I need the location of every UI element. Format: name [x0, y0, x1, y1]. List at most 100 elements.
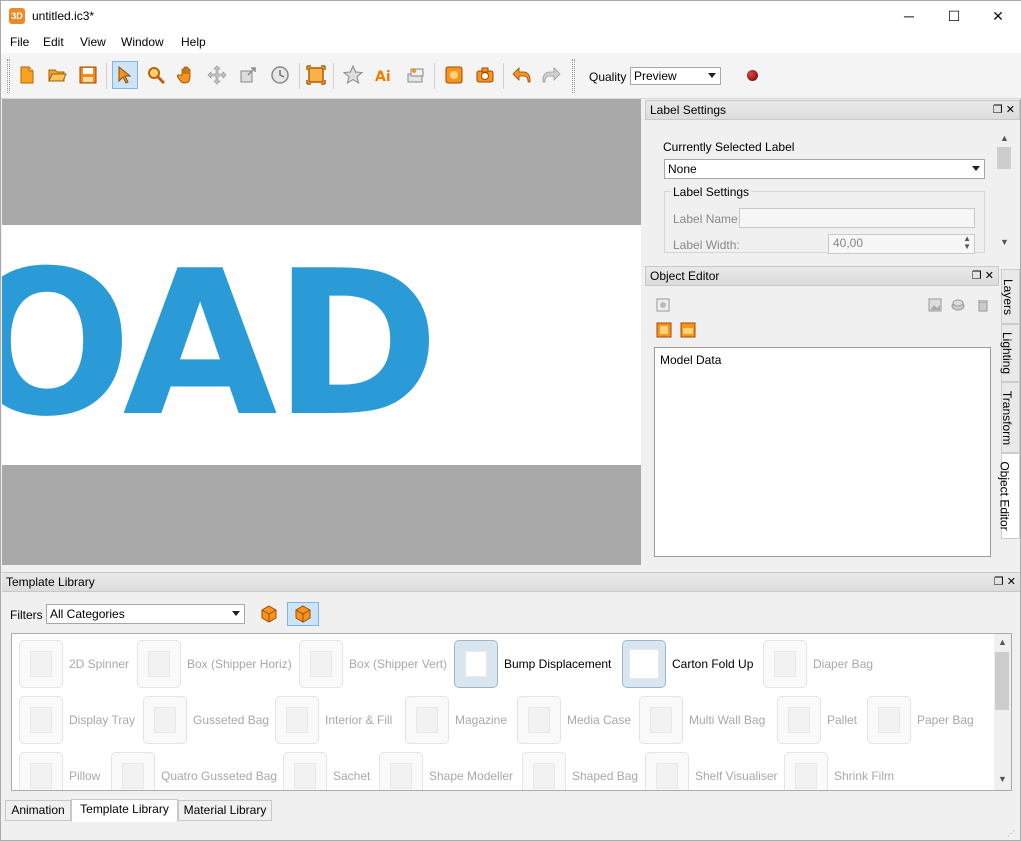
save-button[interactable]: [75, 61, 101, 89]
label-name-input[interactable]: [739, 208, 975, 228]
label-settings-scrollbar[interactable]: ▲ ▼: [996, 131, 1013, 251]
menu-view[interactable]: View: [80, 35, 106, 49]
filter-all-button[interactable]: [258, 603, 280, 625]
fit-view-button[interactable]: [303, 61, 329, 89]
trash-icon[interactable]: [976, 298, 990, 312]
menu-help[interactable]: Help: [181, 35, 206, 49]
tab-layers-label: Layers: [1001, 278, 1016, 315]
shelf-thumbnail-icon: [645, 752, 689, 790]
toolbar-grip[interactable]: [572, 59, 575, 93]
scroll-down-icon[interactable]: ▼: [996, 237, 1013, 247]
label-width-spinner[interactable]: 40,00 ▲ ▼: [828, 234, 975, 254]
category-filter-select[interactable]: All Categories: [46, 604, 245, 624]
template-item[interactable]: Carton Fold Up: [622, 639, 753, 689]
quality-select[interactable]: Preview: [630, 67, 721, 85]
panel-float-close-buttons[interactable]: ❐ ✕: [993, 101, 1015, 119]
maximize-button[interactable]: ☐: [931, 1, 977, 31]
redo-button[interactable]: [539, 61, 565, 89]
template-item[interactable]: Box (Shipper Vert): [299, 639, 447, 689]
object-view-icon[interactable]: [656, 298, 670, 312]
render-button[interactable]: [441, 61, 467, 89]
tab-lighting[interactable]: Lighting: [1000, 324, 1020, 382]
template-item[interactable]: Magazine: [405, 695, 507, 745]
object-tree[interactable]: Model Data: [654, 347, 991, 557]
add-image-icon[interactable]: [928, 298, 942, 312]
undo-button[interactable]: [508, 61, 534, 89]
3d-viewport[interactable]: OAD: [2, 99, 641, 565]
template-item-label: Pallet: [827, 713, 858, 727]
chevron-down-icon: [708, 73, 716, 78]
template-item[interactable]: Multi Wall Bag: [639, 695, 765, 745]
template-item-label: Shape Modeller: [429, 769, 514, 783]
template-item-label: Interior & Fill: [325, 713, 393, 727]
rotate-tool-button[interactable]: [267, 61, 293, 89]
template-item[interactable]: 2D Spinner: [19, 639, 129, 689]
template-item[interactable]: Quatro Gusseted Bag: [111, 751, 277, 790]
move-tool-button[interactable]: [204, 61, 230, 89]
tab-animation[interactable]: Animation: [5, 800, 71, 821]
template-library-panel-title[interactable]: Template Library ❐ ✕: [2, 572, 1020, 592]
template-item[interactable]: Shrink Film: [784, 751, 895, 790]
template-item[interactable]: Display Tray: [19, 695, 135, 745]
tab-layers[interactable]: Layers: [1001, 269, 1020, 324]
template-item[interactable]: Gusseted Bag: [143, 695, 269, 745]
pan-tool-button[interactable]: [174, 61, 200, 89]
toolbar-grip[interactable]: [7, 59, 10, 93]
zoom-tool-button[interactable]: [143, 61, 169, 89]
scale-tool-button[interactable]: [235, 61, 261, 89]
favorite-button[interactable]: [340, 61, 366, 89]
panel-float-close-buttons[interactable]: ❐ ✕: [994, 573, 1016, 591]
template-item[interactable]: Pillow: [19, 751, 100, 790]
scroll-down-icon[interactable]: ▼: [994, 774, 1011, 784]
category-filter-value: All Categories: [50, 607, 125, 621]
open-file-button[interactable]: [44, 61, 70, 89]
scroll-thumb[interactable]: [997, 147, 1011, 169]
template-item[interactable]: Bump Displacement: [454, 639, 611, 689]
resize-grip-icon[interactable]: ⋰: [1007, 829, 1019, 839]
snapshot-button[interactable]: [472, 61, 498, 89]
label-settings-panel-title[interactable]: Label Settings ❐ ✕: [645, 100, 1020, 120]
magazine-thumbnail-icon: [405, 696, 449, 744]
add-object-icon[interactable]: [656, 322, 672, 338]
template-grid-scrollbar[interactable]: ▲ ▼: [994, 634, 1011, 790]
template-item[interactable]: Shelf Visualiser: [645, 751, 778, 790]
menu-window[interactable]: Window: [121, 35, 164, 49]
tree-item-model-data[interactable]: Model Data: [660, 353, 985, 367]
template-item[interactable]: Shape Modeller: [379, 751, 514, 790]
template-item-label: Shrink Film: [834, 769, 895, 783]
scroll-thumb[interactable]: [995, 652, 1009, 710]
tab-transform[interactable]: Transform: [1000, 382, 1020, 453]
select-tool-button[interactable]: [112, 61, 138, 89]
menu-file[interactable]: File: [10, 35, 29, 49]
tab-template-library[interactable]: Template Library: [71, 799, 178, 822]
close-button[interactable]: ✕: [975, 1, 1021, 31]
menu-edit[interactable]: Edit: [43, 35, 64, 49]
carton-thumbnail-icon: [622, 640, 666, 688]
minimize-button[interactable]: ─: [886, 1, 932, 31]
illustrator-import-button[interactable]: Ai: [371, 61, 397, 89]
panel-float-close-buttons[interactable]: ❐ ✕: [972, 267, 994, 285]
object-editor-panel-title[interactable]: Object Editor ❐ ✕: [645, 266, 999, 286]
material-icon[interactable]: [951, 298, 965, 312]
template-item[interactable]: Box (Shipper Horiz): [137, 639, 292, 689]
scroll-up-icon[interactable]: ▲: [996, 133, 1013, 143]
redo-arrow-icon: [542, 67, 561, 83]
layers-button[interactable]: [403, 61, 429, 89]
bag-thumbnail-icon: [143, 696, 187, 744]
template-item[interactable]: Diaper Bag: [763, 639, 873, 689]
template-item[interactable]: Interior & Fill: [275, 695, 392, 745]
selected-label-select[interactable]: None: [664, 159, 985, 179]
scroll-up-icon[interactable]: ▲: [994, 637, 1011, 647]
spinner-arrows-icon[interactable]: ▲ ▼: [963, 235, 971, 251]
add-group-icon[interactable]: [680, 322, 696, 338]
template-item[interactable]: Pallet: [777, 695, 857, 745]
tab-object-editor[interactable]: Object Editor: [998, 453, 1020, 539]
template-item[interactable]: Paper Bag: [867, 695, 974, 745]
filter-enabled-button[interactable]: [287, 602, 319, 626]
template-item[interactable]: Media Case: [517, 695, 631, 745]
tab-material-library[interactable]: Material Library: [178, 800, 272, 821]
new-file-button[interactable]: [14, 61, 40, 89]
template-item[interactable]: Sachet: [283, 751, 370, 790]
template-item[interactable]: Shaped Bag: [522, 751, 638, 790]
new-file-icon: [20, 66, 34, 84]
